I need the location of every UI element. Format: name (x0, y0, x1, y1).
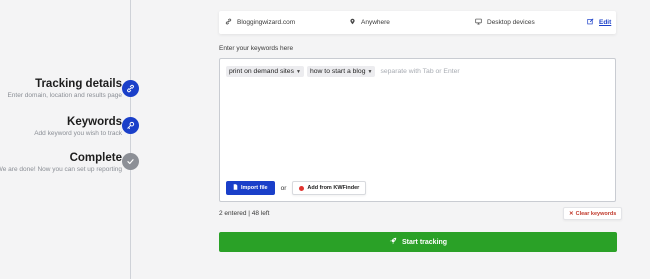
keyword-tag-label: print on demand sites (229, 68, 294, 75)
step-keywords[interactable]: Keywords Add keyword you wish to track (0, 116, 122, 138)
file-icon (233, 184, 238, 192)
link-icon (225, 18, 232, 27)
domain-setting: Bloggingwizard.com (225, 18, 295, 27)
or-separator: or (280, 184, 287, 192)
clear-keywords-button[interactable]: ✕ Clear keywords (563, 207, 623, 220)
step-title: Tracking details (35, 78, 122, 90)
stepper: Tracking details Enter domain, location … (0, 0, 142, 279)
keywords-label: Enter your keywords here (219, 45, 294, 52)
check-icon (122, 153, 139, 170)
keyword-input[interactable]: separate with Tab or Enter (380, 68, 459, 75)
link-icon (122, 80, 139, 97)
import-file-button[interactable]: Import file (226, 181, 275, 195)
desktop-icon (475, 18, 482, 27)
keyword-tag[interactable]: how to start a blog ▼ (306, 66, 376, 77)
rocket-icon (389, 237, 397, 247)
keywords-editor[interactable]: print on demand sites ▼ how to start a b… (219, 58, 616, 202)
step-description: Enter domain, location and results page (7, 92, 122, 99)
location-pin-icon (349, 18, 356, 27)
location-setting: Anywhere (349, 18, 390, 27)
clear-keywords-label: Clear keywords (575, 210, 617, 217)
tracking-settings-card: Bloggingwizard.com Anywhere Desktop devi… (219, 11, 616, 34)
edit-label: Edit (599, 19, 612, 26)
location-value: Anywhere (361, 19, 390, 26)
step-title: Keywords (67, 116, 122, 128)
add-from-kwfinder-label: Add from KWFinder (307, 185, 360, 191)
keyword-tags: print on demand sites ▼ how to start a b… (226, 66, 460, 77)
step-tracking-details[interactable]: Tracking details Enter domain, location … (0, 78, 122, 100)
start-tracking-label: Start tracking (401, 238, 448, 246)
step-description: Add keyword you wish to track (34, 130, 122, 137)
domain-value: Bloggingwizard.com (237, 19, 296, 26)
step-complete[interactable]: Complete We are done! Now you can set up… (0, 152, 122, 174)
device-value: Desktop devices (487, 19, 535, 26)
editor-actions: Import file or Add from KWFinder (226, 181, 367, 195)
keyword-count: 2 entered | 48 left (219, 210, 270, 217)
step-description: We are done! Now you can set up reportin… (0, 166, 122, 173)
tracking-setup-page: Tracking details Enter domain, location … (0, 0, 650, 279)
import-file-label: Import file (241, 185, 268, 191)
kwfinder-logo-icon (299, 185, 305, 191)
device-setting: Desktop devices (475, 18, 535, 27)
chevron-down-icon[interactable]: ▼ (368, 69, 373, 75)
keyword-tag-label: how to start a blog (309, 68, 366, 75)
stepper-rail (130, 0, 131, 279)
add-from-kwfinder-button[interactable]: Add from KWFinder (292, 181, 367, 195)
key-icon (122, 117, 139, 134)
close-icon: ✕ (569, 210, 574, 217)
step-title: Complete (69, 152, 122, 164)
edit-icon (587, 18, 594, 27)
edit-settings-link[interactable]: Edit (587, 18, 611, 27)
keyword-tag[interactable]: print on demand sites ▼ (226, 66, 304, 77)
chevron-down-icon[interactable]: ▼ (296, 69, 301, 75)
start-tracking-button[interactable]: Start tracking (219, 232, 617, 252)
